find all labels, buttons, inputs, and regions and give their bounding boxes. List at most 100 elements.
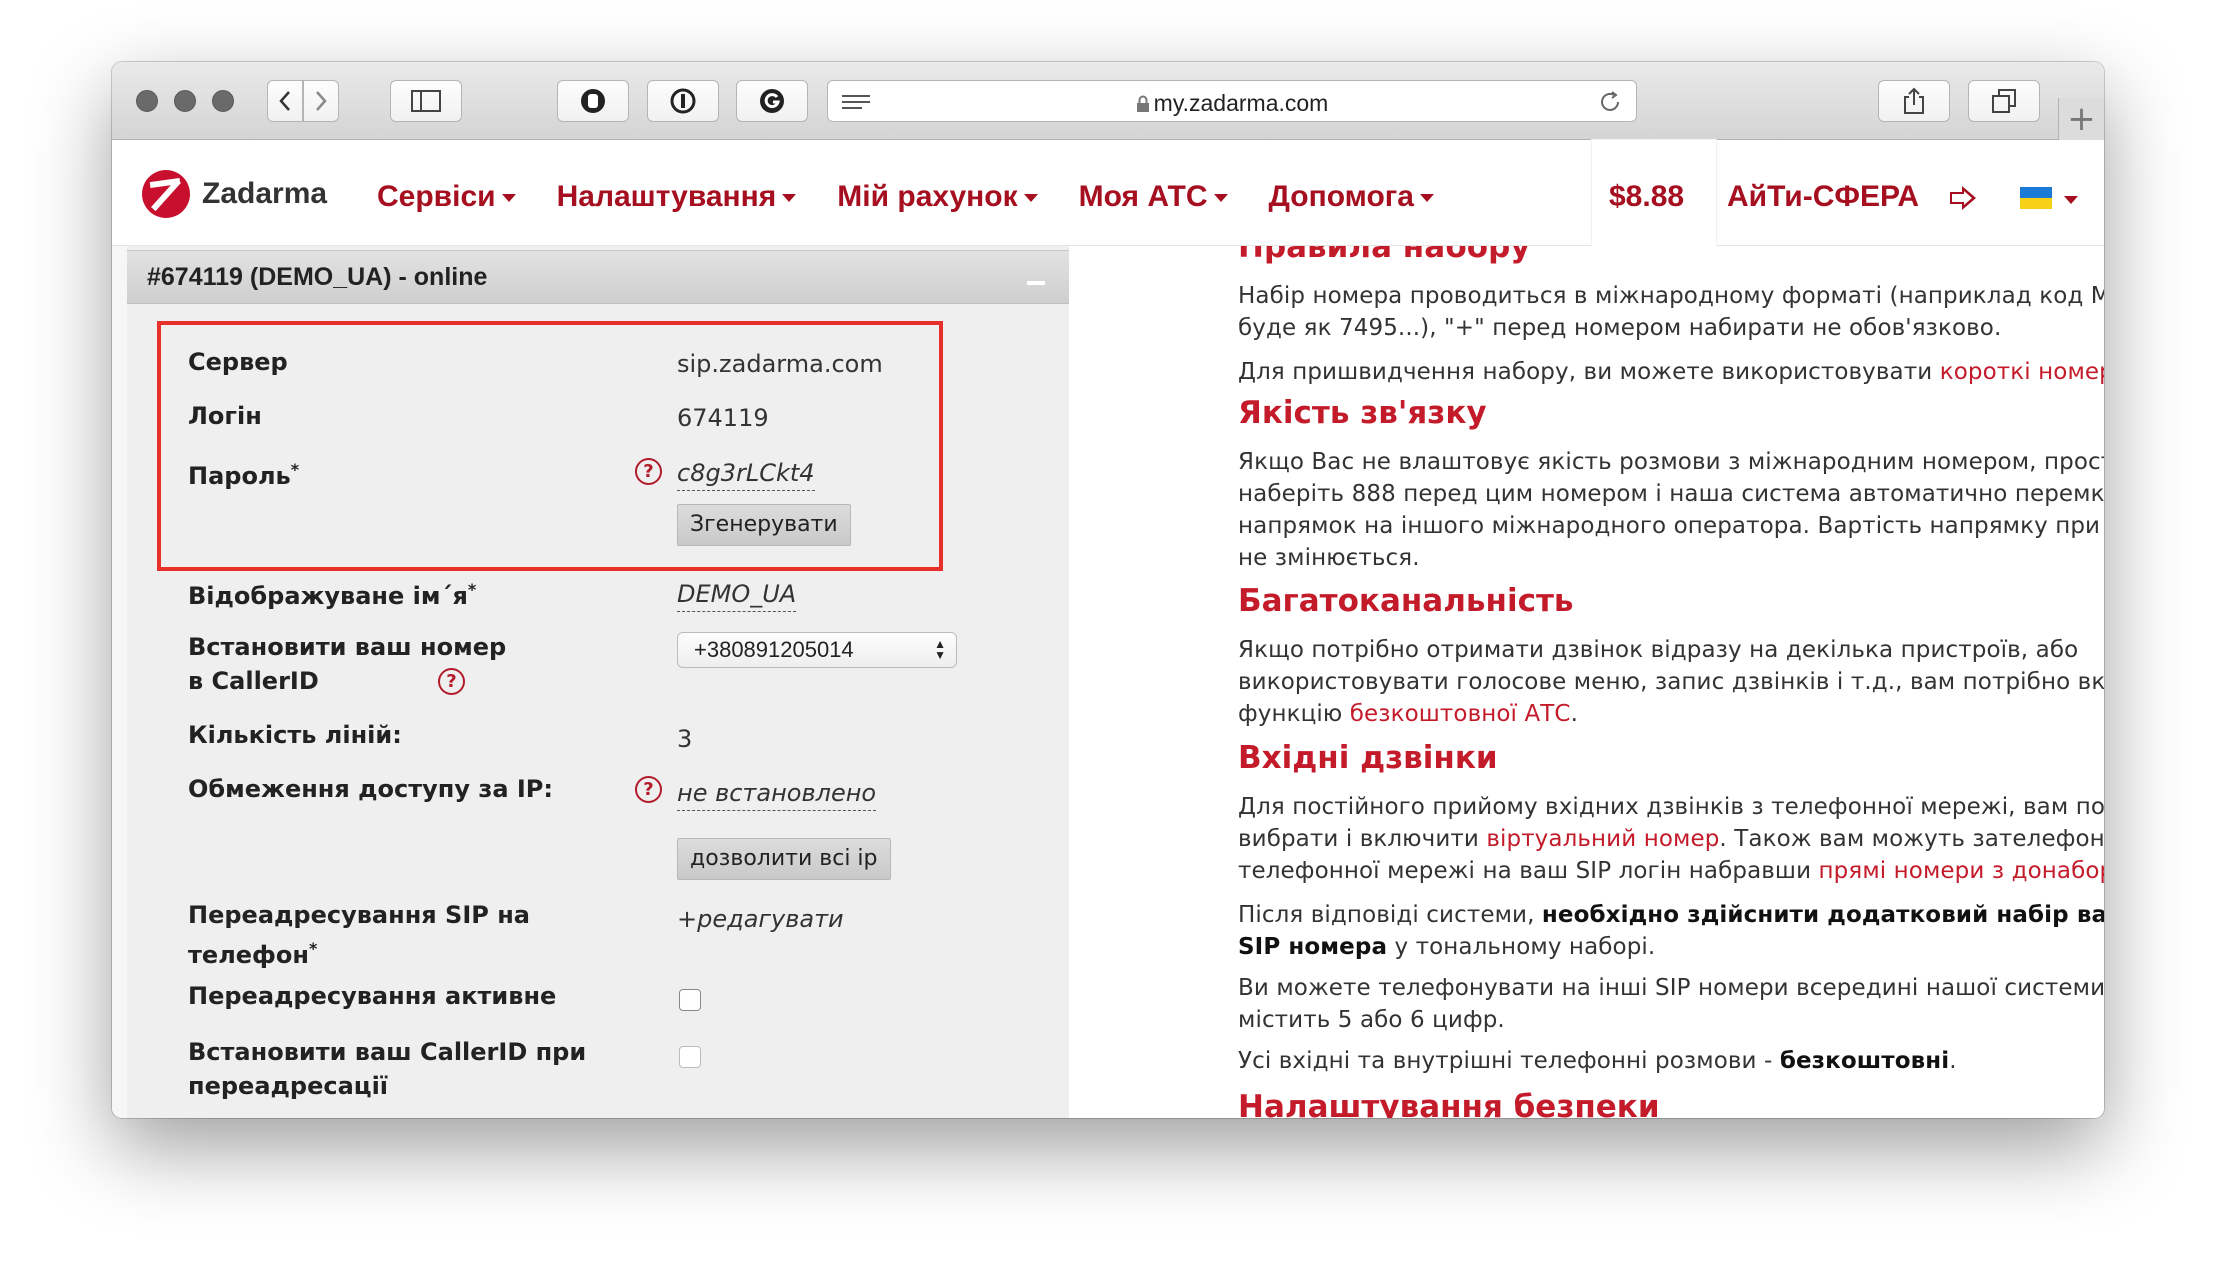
browser-toolbar: my.zadarma.com + [112, 62, 2104, 140]
dial-rules-text: Набір номера проводиться в міжнародному … [1238, 283, 2104, 341]
dial-rules-text-2-a: Для пришвидчення набору, ви можете викор… [1238, 359, 1940, 385]
tabs-icon [1992, 89, 2016, 113]
ip-restriction-value[interactable]: не встановлено [677, 776, 877, 811]
nav-help[interactable]: Допомога [1269, 180, 1434, 214]
hand-stop-icon [581, 89, 605, 113]
panel-header[interactable]: #674119 (DEMO_UA) - online [127, 250, 1069, 304]
forward-callerid-label: Встановити ваш CallerID при переадресаці… [188, 1035, 586, 1103]
sidebar-icon [411, 90, 441, 112]
incoming-text-4: Усі вхідні та внутрішні телефонні розмов… [1238, 1045, 2104, 1077]
multichannel-title: Багатоканальність [1238, 583, 1574, 619]
sidebar-button[interactable] [390, 80, 462, 122]
minimize-window-button[interactable] [174, 90, 196, 112]
server-value: sip.zadarma.com [677, 350, 883, 378]
incoming-text-4-a: Усі вхідні та внутрішні телефонні розмов… [1238, 1048, 1780, 1074]
forward-active-checkbox[interactable] [679, 989, 701, 1011]
multichannel-text-end: . [1570, 701, 1579, 727]
sip-forward-edit-link[interactable]: +редагувати [677, 902, 844, 936]
url-text: my.zadarma.com [828, 90, 1636, 117]
zadarma-logo[interactable]: Zadarma [142, 170, 327, 218]
logo-text: Zadarma [202, 177, 328, 210]
incoming-title: Вхідні дзвінки [1238, 740, 1498, 776]
incoming-text-4-c: . [1949, 1048, 1957, 1074]
back-button[interactable] [267, 80, 303, 122]
callerid-label-line2: в CallerID [188, 667, 319, 695]
sip-forward-label-line2: телефон [188, 941, 309, 969]
chevron-down-icon [782, 194, 797, 203]
callerid-label-line1: Встановити ваш номер [188, 633, 507, 661]
main-nav: Сервіси Налаштування Мій рахунок Моя АТС… [377, 180, 1475, 214]
ip-help-icon[interactable]: ? [635, 776, 662, 803]
forward-callerid-checkbox[interactable] [679, 1046, 701, 1068]
language-chevron-down-icon[interactable] [2064, 196, 2078, 204]
callerid-select-value: +380891205014 [694, 637, 854, 662]
grammarly-button[interactable] [736, 80, 808, 122]
multichannel-text: Якщо потрібно отримати дзвінок відразу н… [1238, 634, 2104, 730]
nav-account-label: Мій рахунок [837, 180, 1018, 213]
grammarly-icon [760, 89, 784, 113]
generate-password-button[interactable]: Згенерувати [677, 504, 851, 546]
direct-numbers-link[interactable]: прямі номери з донабором [1819, 858, 2104, 884]
display-name-label: Відображуване ім´я* [188, 573, 476, 613]
nav-services[interactable]: Сервіси [377, 180, 516, 214]
quality-text: Якщо Вас не влаштовує якість розмови з м… [1238, 449, 2104, 571]
reload-icon[interactable] [1598, 90, 1622, 114]
ukraine-flag-icon[interactable] [2020, 187, 2052, 209]
address-bar[interactable]: my.zadarma.com [827, 80, 1637, 122]
nav-settings[interactable]: Налаштування [557, 180, 797, 214]
lines-value: 3 [677, 725, 693, 753]
sip-settings-panel: #674119 (DEMO_UA) - online Сервер sip.za… [127, 246, 1069, 1118]
info-icon [670, 88, 696, 114]
new-tab-button[interactable]: + [2058, 98, 2104, 140]
required-mark: * [467, 580, 477, 599]
login-value: 674119 [677, 404, 769, 432]
company-link[interactable]: АйТи-СФЕРА [1727, 180, 1919, 214]
browser-window: my.zadarma.com + Zadarma Сервіси Налашту… [112, 62, 2104, 1118]
virtual-number-link[interactable]: віртуальний номер [1486, 826, 1719, 852]
password-extension-button[interactable] [647, 80, 719, 122]
callerid-help-icon[interactable]: ? [438, 668, 465, 695]
allow-all-ip-button[interactable]: дозволити всі ip [677, 838, 891, 880]
close-window-button[interactable] [136, 90, 158, 112]
collapse-icon[interactable] [1027, 281, 1045, 285]
chevron-down-icon [1213, 194, 1228, 203]
short-numbers-link[interactable]: короткі номери [1940, 359, 2104, 385]
nav-settings-label: Налаштування [556, 180, 777, 213]
nav-help-label: Допомога [1268, 180, 1414, 213]
logo-icon [142, 170, 190, 218]
panel-title: #674119 (DEMO_UA) - online [147, 263, 488, 291]
security-title: Налаштування безпеки [1238, 1089, 1660, 1118]
zoom-window-button[interactable] [212, 90, 234, 112]
callerid-select[interactable]: +380891205014 ▲ ▼ [677, 632, 957, 668]
required-mark: * [290, 460, 300, 479]
dial-rules-text-2: Для пришвидчення набору, ви можете викор… [1238, 356, 2104, 388]
forward-button[interactable] [303, 80, 339, 122]
adblock-button[interactable] [557, 80, 629, 122]
forward-icon [316, 91, 327, 111]
tabs-overview-button[interactable] [1968, 80, 2040, 122]
incoming-text-3: Ви можете телефонувати на інші SIP номер… [1238, 975, 2104, 1033]
sip-forward-label-line1: Переадресування SIP на [188, 901, 530, 929]
chevron-down-icon [501, 194, 516, 203]
site-header: Zadarma Сервіси Налаштування Мій рахунок… [112, 140, 2104, 246]
password-value[interactable]: c8g3rLCkt4 [677, 456, 815, 491]
lock-icon [1136, 95, 1149, 112]
select-arrows-icon: ▲ ▼ [934, 637, 946, 662]
chevron-down-icon [1419, 194, 1434, 203]
incoming-text-1: Для постійного прийому вхідних дзвінків … [1238, 791, 2104, 887]
exit-icon[interactable] [1948, 184, 1978, 212]
display-name-label-text: Відображуване ім´я [188, 582, 468, 610]
required-mark: * [308, 939, 318, 958]
share-button[interactable] [1878, 80, 1950, 122]
dial-rules-title: Правила набору [1238, 246, 1531, 265]
incoming-text-2: Після відповіді системи, необхідно здійс… [1238, 899, 2104, 963]
password-help-icon[interactable]: ? [635, 458, 662, 485]
free-pbx-link[interactable]: безкоштовної АТС [1350, 701, 1571, 727]
balance-link[interactable]: $8.88 [1609, 180, 1684, 214]
display-name-value[interactable]: DEMO_UA [677, 577, 797, 612]
nav-account[interactable]: Мій рахунок [837, 180, 1038, 214]
lines-label: Кількість ліній: [188, 721, 402, 749]
forward-active-label: Переадресування активне [188, 982, 557, 1010]
server-label: Сервер [188, 348, 288, 376]
nav-pbx[interactable]: Моя АТС [1079, 180, 1228, 214]
